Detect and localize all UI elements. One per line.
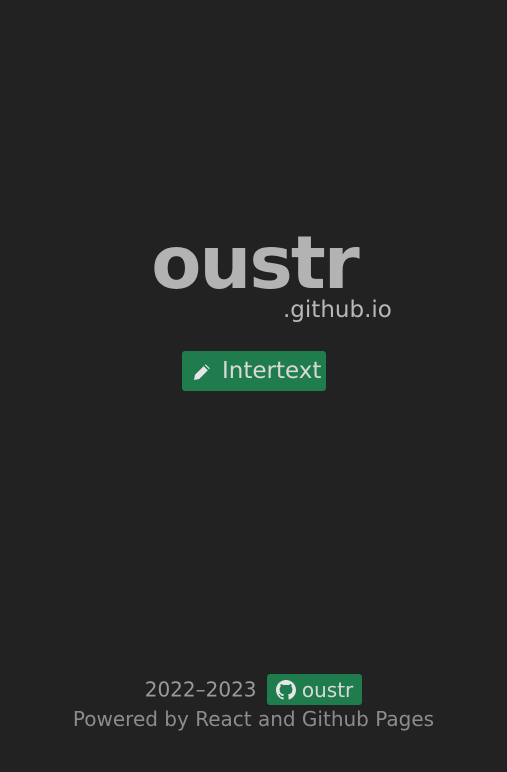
site-logo: oustr (0, 222, 507, 306)
site-title: oustr (151, 221, 359, 306)
powered-by-text: Powered by React and Github Pages (72, 707, 435, 731)
github-badge-label: oustr (301, 677, 354, 702)
github-icon (275, 679, 296, 700)
site-domain-suffix: .github.io (283, 297, 392, 323)
page: oustr .github.io Intertext 2022–2023 ous… (0, 0, 507, 772)
pencil-icon (192, 362, 212, 382)
copyright-years: 2022–2023 (144, 677, 257, 702)
intertext-button-label: Intertext (222, 358, 322, 384)
github-profile-link[interactable]: oustr (266, 674, 363, 705)
footer-copyright: 2022–2023 oustr (0, 672, 507, 706)
intertext-button[interactable]: Intertext (182, 351, 326, 391)
